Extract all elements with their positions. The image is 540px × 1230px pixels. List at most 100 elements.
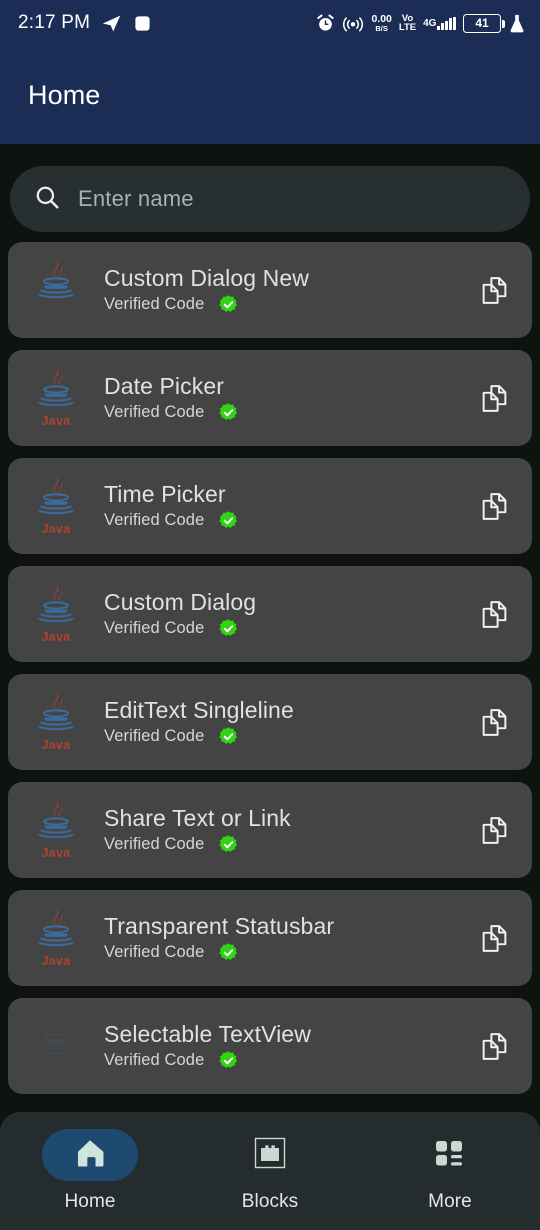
list-item-title: Custom Dialog <box>104 589 257 616</box>
flask-icon <box>508 13 526 33</box>
nav-label-home: Home <box>64 1191 116 1212</box>
verified-badge-icon <box>218 618 239 639</box>
search-bar[interactable] <box>10 166 530 232</box>
list-item-text: Custom Dialog Verified Code <box>104 589 474 638</box>
search-section <box>0 144 540 242</box>
search-icon <box>34 184 60 215</box>
java-logo-icon: Java <box>30 583 82 645</box>
list-item-title: Transparent Statusbar <box>104 913 335 940</box>
search-input[interactable] <box>78 186 506 212</box>
list-item-status-row: Verified Code <box>104 834 474 855</box>
bottom-navigation: Home Blocks More <box>0 1112 540 1230</box>
list-item-title: Custom Dialog New <box>104 265 309 292</box>
list-item[interactable]: Java Custom Dialog New Verified Code <box>8 242 532 338</box>
list-item-title: Time Picker <box>104 481 226 508</box>
list-item-status-row: Verified Code <box>104 510 474 531</box>
copy-documents-icon[interactable] <box>474 486 514 526</box>
list-item-text: Selectable TextView Verified Code <box>104 1021 474 1070</box>
verified-badge-icon <box>218 294 239 315</box>
verified-badge-icon <box>218 726 239 747</box>
signal-bars-icon <box>437 16 456 30</box>
copy-documents-icon[interactable] <box>474 918 514 958</box>
list-item-status-row: Verified Code <box>104 1050 474 1071</box>
nav-label-more: More <box>428 1191 472 1212</box>
copy-documents-icon[interactable] <box>474 810 514 850</box>
network-speed-unit: B/S <box>375 24 388 33</box>
list-item-status: Verified Code <box>104 942 205 961</box>
list-item-status: Verified Code <box>104 294 205 313</box>
list-item[interactable]: Java Transparent Statusbar Verified Code <box>8 890 532 986</box>
list-item-status: Verified Code <box>104 1050 205 1069</box>
list-item-status: Verified Code <box>104 726 205 745</box>
volte-icon: Vo LTE <box>398 13 417 33</box>
list-item-status: Verified Code <box>104 402 205 421</box>
battery-icon: 41 <box>463 13 505 33</box>
java-logo-icon: Java <box>30 1015 82 1077</box>
status-bar: 2:17 PM 0.00 B/S Vo LTE 4G 41 <box>0 0 540 46</box>
list-item[interactable]: Java Time Picker Verified Code <box>8 458 532 554</box>
nav-pill-more[interactable] <box>402 1129 498 1181</box>
list-item[interactable]: Java Selectable TextView Verified Code <box>8 998 532 1094</box>
list-item-title: Date Picker <box>104 373 224 400</box>
java-logo-label: Java <box>41 846 71 860</box>
verified-badge-icon <box>218 1050 239 1071</box>
list-item-status: Verified Code <box>104 510 205 529</box>
copy-documents-icon[interactable] <box>474 702 514 742</box>
nav-pill-blocks[interactable] <box>222 1129 318 1181</box>
java-logo-icon: Java <box>30 259 82 321</box>
java-logo-label: Java <box>41 954 71 968</box>
verified-badge-icon <box>218 834 239 855</box>
java-logo-icon: Java <box>30 367 82 429</box>
volte-bottom-label: LTE <box>398 22 417 33</box>
code-snippet-list: Java Custom Dialog New Verified Code Jav… <box>0 242 540 1094</box>
list-item-status-row: Verified Code <box>104 294 474 315</box>
list-item[interactable]: Java Share Text or Link Verified Code <box>8 782 532 878</box>
list-item-status-row: Verified Code <box>104 942 474 963</box>
java-logo-icon: Java <box>30 691 82 753</box>
network-type-label: 4G <box>423 17 437 29</box>
verified-badge-icon <box>218 402 239 423</box>
list-item-text: Custom Dialog New Verified Code <box>104 265 474 314</box>
wifi-signal-icon <box>342 14 364 33</box>
app-bar: Home <box>0 46 540 144</box>
java-logo-icon: Java <box>30 907 82 969</box>
list-item[interactable]: Java Custom Dialog Verified Code <box>8 566 532 662</box>
nav-pill-home[interactable] <box>42 1129 138 1181</box>
copy-documents-icon[interactable] <box>474 270 514 310</box>
list-item-text: Share Text or Link Verified Code <box>104 805 474 854</box>
list-item-text: Date Picker Verified Code <box>104 373 474 422</box>
list-item-title: Share Text or Link <box>104 805 291 832</box>
java-logo-label: Java <box>41 414 71 428</box>
cellular-signal-icon: 4G <box>423 16 456 30</box>
nav-item-blocks[interactable]: Blocks <box>180 1129 360 1213</box>
nav-item-home[interactable]: Home <box>0 1129 180 1213</box>
list-item-text: Time Picker Verified Code <box>104 481 474 530</box>
java-logo-label: Java <box>41 738 71 752</box>
page-title: Home <box>28 79 101 110</box>
list-item-title: EditText Singleline <box>104 697 294 724</box>
java-logo-label: Java <box>41 630 71 644</box>
list-item-status: Verified Code <box>104 834 205 853</box>
copy-documents-icon[interactable] <box>474 1026 514 1066</box>
list-item[interactable]: Java EditText Singleline Verified Code <box>8 674 532 770</box>
list-item-title: Selectable TextView <box>104 1021 311 1048</box>
list-item-status-row: Verified Code <box>104 402 474 423</box>
nav-item-more[interactable]: More <box>360 1129 540 1213</box>
java-logo-icon: Java <box>30 799 82 861</box>
network-speed-value: 0.00 <box>371 12 392 25</box>
list-item-status-row: Verified Code <box>104 726 474 747</box>
verified-badge-icon <box>218 942 239 963</box>
status-clock: 2:17 PM <box>18 12 91 33</box>
list-item[interactable]: Java Date Picker Verified Code <box>8 350 532 446</box>
copy-documents-icon[interactable] <box>474 594 514 634</box>
stop-square-icon <box>133 14 152 33</box>
java-logo-icon: Java <box>30 475 82 537</box>
list-item-status-row: Verified Code <box>104 618 474 639</box>
list-item-status: Verified Code <box>104 618 205 637</box>
java-logo-label: Java <box>41 522 71 536</box>
copy-documents-icon[interactable] <box>474 378 514 418</box>
dashboard-icon <box>433 1136 467 1175</box>
list-item-text: EditText Singleline Verified Code <box>104 697 474 746</box>
home-icon <box>73 1136 107 1175</box>
blocks-icon <box>252 1135 288 1176</box>
